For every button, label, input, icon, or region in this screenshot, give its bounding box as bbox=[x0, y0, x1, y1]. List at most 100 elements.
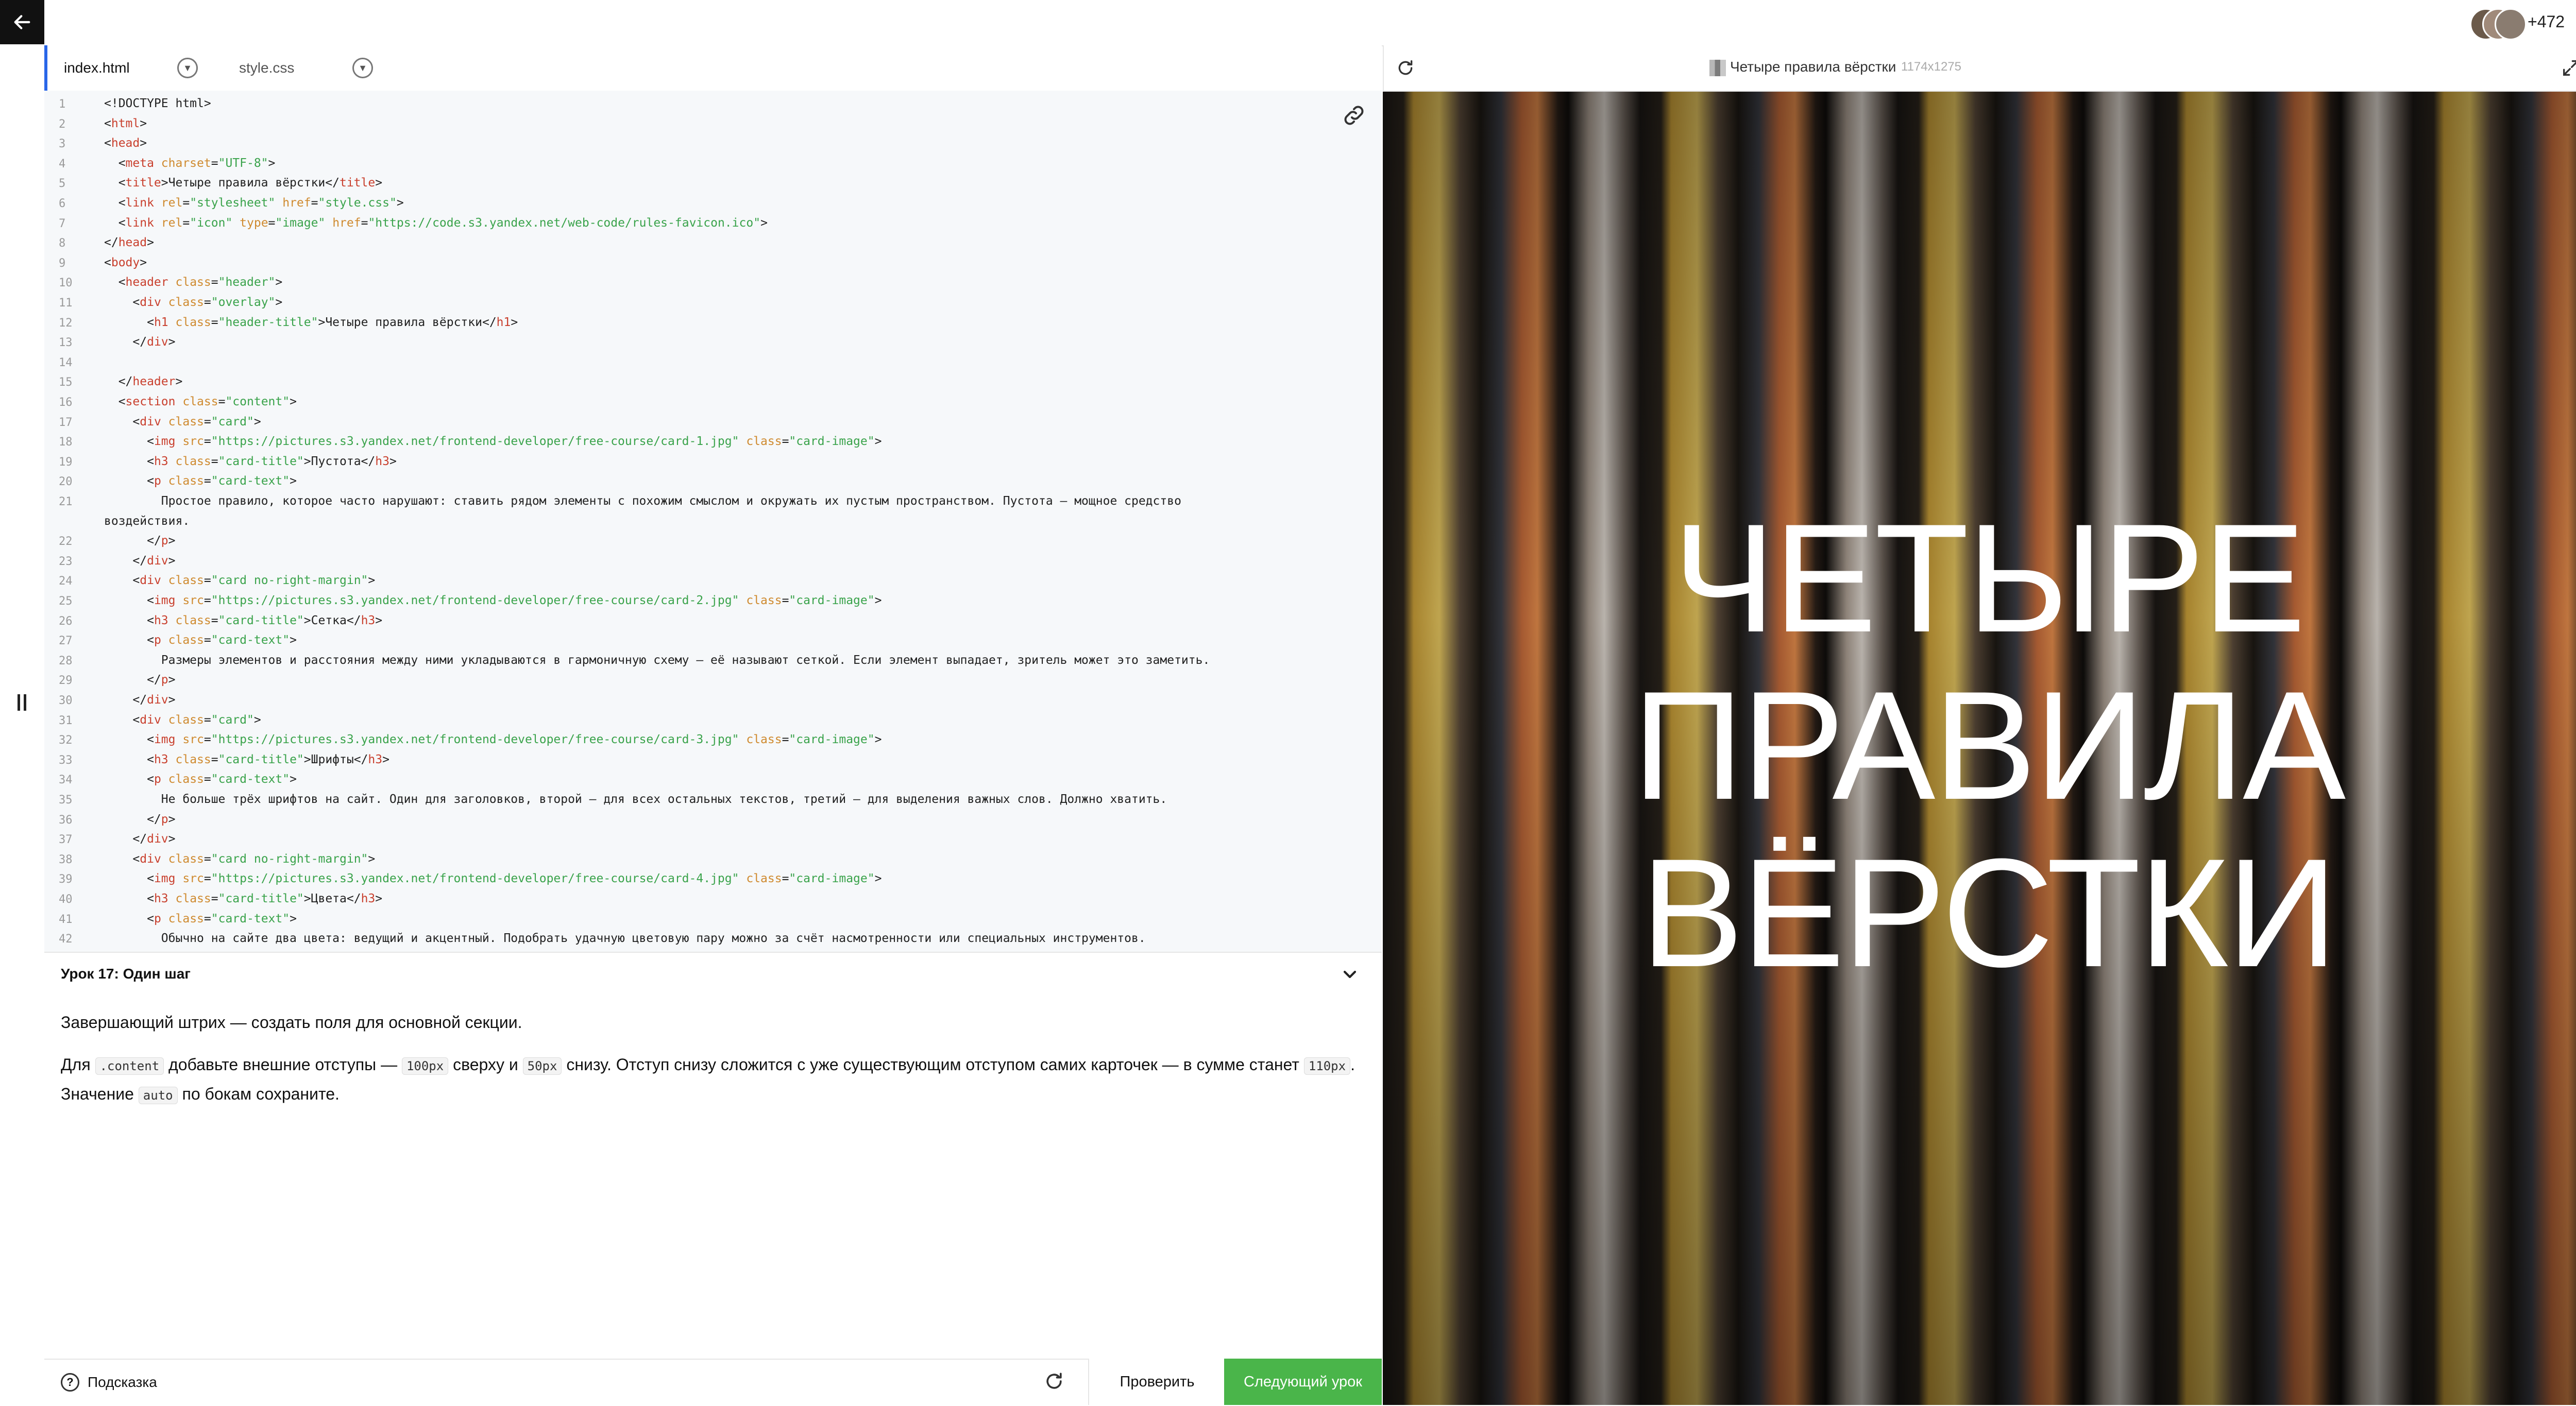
link-icon[interactable] bbox=[1342, 103, 1366, 128]
lesson-text: сверху и bbox=[448, 1055, 522, 1074]
code-line[interactable]: <html> bbox=[104, 117, 147, 130]
line-number: 30 bbox=[44, 694, 105, 707]
lesson-text: добавьте внешние отступы — bbox=[164, 1055, 402, 1074]
line-number: 16 bbox=[44, 396, 105, 409]
code-line[interactable]: </div> bbox=[104, 693, 176, 707]
line-number: 4 bbox=[44, 158, 105, 170]
line-number: 36 bbox=[44, 814, 105, 827]
reload-icon[interactable] bbox=[1395, 58, 1416, 78]
code-line[interactable]: <div class="card"> bbox=[104, 415, 261, 428]
heading-line: ПРАВИЛА bbox=[1383, 662, 2576, 829]
heading-line: ЧЕТЫРЕ bbox=[1383, 494, 2576, 662]
line-number: 35 bbox=[44, 794, 105, 807]
participant-avatar bbox=[2495, 8, 2527, 40]
check-button[interactable]: Проверить bbox=[1088, 1359, 1225, 1405]
preview-toolbar bbox=[1383, 45, 2576, 92]
line-number: 10 bbox=[44, 277, 105, 289]
code-line[interactable]: <head> bbox=[104, 136, 147, 150]
code-line[interactable]: <h3 class="card-title">Пустота</h3> bbox=[104, 455, 397, 468]
code-line[interactable]: <h3 class="card-title">Сетка</h3> bbox=[104, 614, 382, 627]
chevron-down-icon[interactable] bbox=[1340, 964, 1360, 985]
code-line[interactable]: <h1 class="header-title">Четыре правила … bbox=[104, 316, 518, 329]
line-number: 34 bbox=[44, 774, 105, 786]
line-number: 14 bbox=[44, 356, 105, 369]
code-line[interactable]: <img src="https://pictures.s3.yandex.net… bbox=[104, 733, 882, 746]
code-line[interactable]: <img src="https://pictures.s3.yandex.net… bbox=[104, 435, 882, 448]
line-number: 2 bbox=[44, 118, 105, 131]
code-line[interactable]: </div> bbox=[104, 832, 176, 846]
line-number: 3 bbox=[44, 138, 105, 150]
line-number: 24 bbox=[44, 575, 105, 588]
code-line[interactable]: <body> bbox=[104, 256, 147, 269]
tab-label: style.css bbox=[239, 60, 352, 76]
code-line[interactable]: <div class="card no-right-margin"> bbox=[104, 852, 375, 866]
code-line[interactable]: <p class="card-text"> bbox=[104, 912, 297, 925]
code-line[interactable]: </p> bbox=[104, 673, 176, 687]
code-line[interactable]: <div class="card"> bbox=[104, 713, 261, 727]
line-number: 32 bbox=[44, 734, 105, 747]
code-line[interactable]: </header> bbox=[104, 375, 182, 388]
code-line[interactable]: Обычно на сайте два цвета: ведущий и акц… bbox=[104, 932, 1146, 945]
hint-button[interactable]: ? Подсказка bbox=[61, 1370, 157, 1395]
code-line[interactable]: <h3 class="card-title">Шрифты</h3> bbox=[104, 753, 389, 766]
lesson-paragraph: Для .content добавьте внешние отступы — … bbox=[61, 1051, 1364, 1109]
reset-button[interactable] bbox=[1043, 1370, 1065, 1393]
top-bar bbox=[44, 0, 2576, 46]
code-line[interactable]: <link rel="icon" type="image" href="http… bbox=[104, 216, 768, 230]
line-number: 27 bbox=[44, 635, 105, 647]
code-line[interactable]: <div class="card no-right-margin"> bbox=[104, 574, 375, 587]
tab-index-html[interactable]: index.html ▼ bbox=[44, 45, 223, 91]
next-lesson-button[interactable]: Следующий урок bbox=[1224, 1359, 1382, 1405]
line-number: 12 bbox=[44, 317, 105, 330]
line-number: 42 bbox=[44, 933, 105, 946]
preview-title: Четыре правила вёрстки bbox=[1730, 59, 1896, 75]
code-line[interactable]: <img src="https://pictures.s3.yandex.net… bbox=[104, 872, 882, 885]
code-line[interactable]: </head> bbox=[104, 236, 154, 249]
expand-icon[interactable] bbox=[2561, 58, 2576, 78]
code-line[interactable]: <p class="card-text"> bbox=[104, 474, 297, 488]
code-line[interactable]: Простое правило, которое часто нарушают:… bbox=[104, 494, 1181, 508]
code-line[interactable]: </p> bbox=[104, 813, 176, 826]
code-line[interactable]: <!DOCTYPE html> bbox=[104, 97, 211, 110]
code-editor[interactable]: 1<!DOCTYPE html>2<html>3<head>4 <meta ch… bbox=[44, 91, 1382, 952]
line-number: 25 bbox=[44, 595, 105, 608]
line-number: 6 bbox=[44, 197, 105, 210]
code-line[interactable]: <p class="card-text"> bbox=[104, 773, 297, 786]
inline-code: 100px bbox=[402, 1057, 448, 1075]
back-button[interactable] bbox=[0, 0, 44, 44]
line-number: 28 bbox=[44, 655, 105, 667]
line-number: 29 bbox=[44, 674, 105, 687]
line-number: 38 bbox=[44, 853, 105, 866]
tab-style-css[interactable]: style.css ▼ bbox=[223, 45, 398, 91]
code-line[interactable]: Не больше трёх шрифтов на сайт. Один для… bbox=[104, 793, 1167, 806]
code-line[interactable]: <h3 class="card-title">Цвета</h3> bbox=[104, 892, 382, 905]
code-line[interactable]: <div class="overlay"> bbox=[104, 296, 282, 309]
collapse-handle[interactable] bbox=[11, 687, 33, 718]
code-line[interactable]: </div> bbox=[104, 335, 176, 349]
line-number: 13 bbox=[44, 336, 105, 349]
code-line[interactable]: воздействия. bbox=[104, 515, 190, 528]
line-number: 33 bbox=[44, 754, 105, 767]
pause-icon bbox=[16, 693, 28, 712]
line-number: 26 bbox=[44, 615, 105, 628]
filter-icon[interactable]: ▼ bbox=[352, 58, 373, 78]
code-line[interactable]: </div> bbox=[104, 554, 176, 568]
code-line[interactable]: <p class="card-text"> bbox=[104, 633, 297, 647]
lesson-paragraph: Завершающий штрих — создать поля для осн… bbox=[61, 1008, 1364, 1036]
code-line[interactable]: <link rel="stylesheet" href="style.css"> bbox=[104, 196, 404, 210]
code-line[interactable]: <meta charset="UTF-8"> bbox=[104, 157, 275, 170]
code-line[interactable]: </p> bbox=[104, 534, 176, 547]
code-line[interactable]: <section class="content"> bbox=[104, 395, 297, 408]
code-line[interactable]: <header class="header"> bbox=[104, 276, 282, 289]
heading-line: ВЁРСТКИ bbox=[1383, 829, 2576, 997]
code-line[interactable]: <title>Четыре правила вёрстки</title> bbox=[104, 176, 382, 190]
lesson-text: снизу. Отступ снизу сложится с уже сущес… bbox=[562, 1055, 1303, 1074]
code-line[interactable]: <img src="https://pictures.s3.yandex.net… bbox=[104, 594, 882, 607]
line-number: 19 bbox=[44, 456, 105, 469]
filter-icon[interactable]: ▼ bbox=[177, 58, 198, 78]
code-line[interactable]: Размеры элементов и расстояния между ним… bbox=[104, 654, 1210, 667]
line-number: 23 bbox=[44, 555, 105, 568]
lesson-text: по бокам сохраните. bbox=[178, 1085, 340, 1103]
inline-code: auto bbox=[139, 1087, 178, 1104]
inline-code: 110px bbox=[1304, 1057, 1350, 1075]
